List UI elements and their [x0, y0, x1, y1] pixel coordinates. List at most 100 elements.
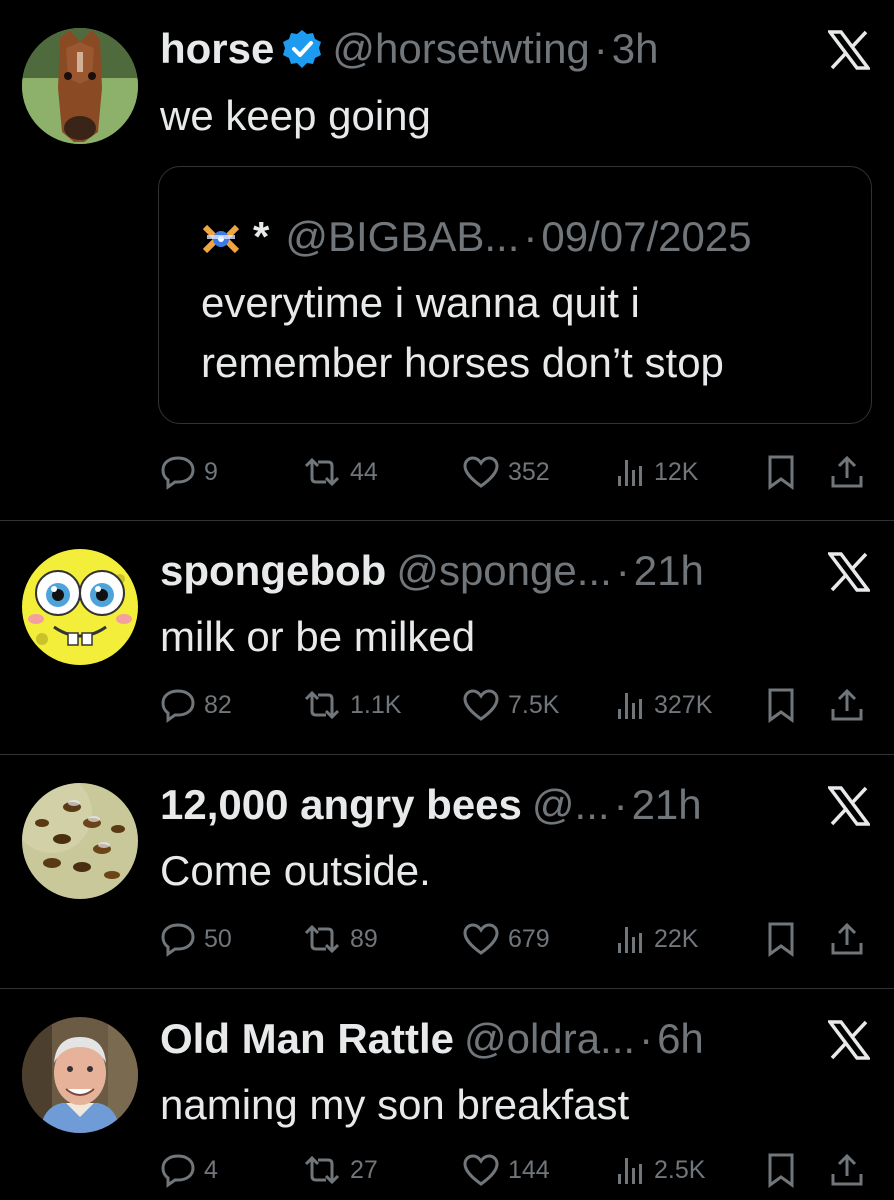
quoted-text-line: remember horses don’t stop [201, 339, 724, 386]
reply-icon [161, 923, 195, 957]
like-button[interactable]: 144 [462, 1150, 550, 1190]
handle[interactable]: @sponge... [396, 547, 611, 595]
handle[interactable]: @oldra... [464, 1015, 635, 1063]
quoted-tweet[interactable]: * @BIGBAB... · 09/07/2025 everytime i wa… [158, 166, 872, 424]
like-count: 679 [508, 924, 550, 953]
repost-count: 1.1K [350, 690, 402, 719]
share-button[interactable] [830, 452, 872, 492]
x-logo-icon [826, 786, 872, 826]
action-bar: 50 89 679 22K [160, 919, 870, 959]
views-button[interactable]: 22K [616, 919, 698, 959]
views-button[interactable]: 2.5K [616, 1150, 705, 1190]
separator-dot: · [615, 547, 630, 594]
handle[interactable]: @... [532, 781, 610, 829]
views-icon [618, 927, 642, 953]
bookmark-icon [768, 922, 794, 957]
views-button[interactable]: 327K [616, 685, 712, 725]
tweet-angry-bees[interactable]: 12,000 angry bees @... · 21h Come outsid… [0, 755, 894, 988]
quoted-author-symbol: * [253, 213, 270, 260]
bookmark-icon [768, 1153, 794, 1188]
separator-dot: · [639, 1015, 654, 1062]
reply-button[interactable]: 4 [160, 1150, 218, 1190]
views-icon [618, 1158, 642, 1184]
separator-dot: · [613, 781, 628, 828]
views-count: 327K [654, 690, 713, 719]
repost-count: 44 [350, 457, 378, 486]
quoted-text-line: everytime i wanna quit i [201, 279, 640, 326]
bookmark-button[interactable] [766, 919, 804, 959]
like-button[interactable]: 352 [462, 452, 550, 492]
repost-icon [304, 1155, 340, 1185]
share-button[interactable] [830, 685, 872, 725]
avatar-spongebob[interactable] [22, 549, 138, 665]
action-bar: 82 1.1K 7.5K 327K [160, 685, 870, 725]
display-name[interactable]: 12,000 angry bees [160, 781, 522, 829]
x-logo-icon [826, 30, 872, 70]
reply-count: 50 [204, 924, 232, 953]
views-icon [618, 693, 642, 719]
quoted-tweet-header: * @BIGBAB... · 09/07/2025 [201, 213, 752, 261]
repost-icon [304, 690, 340, 720]
verified-badge-icon [282, 29, 322, 69]
like-button[interactable]: 679 [462, 919, 550, 959]
separator-dot: · [593, 25, 608, 72]
tweet-text: we keep going [160, 92, 431, 139]
repost-button[interactable]: 27 [302, 1150, 378, 1190]
share-button[interactable] [830, 1150, 872, 1190]
views-count: 22K [654, 924, 699, 953]
quoted-tweet-text: everytime i wanna quit i remember horses… [201, 277, 724, 389]
x-logo-icon [826, 1020, 872, 1060]
repost-button[interactable]: 44 [302, 452, 378, 492]
repost-button[interactable]: 89 [302, 919, 378, 959]
reply-button[interactable]: 82 [160, 685, 232, 725]
like-icon [463, 689, 499, 721]
display-name[interactable]: Old Man Rattle [160, 1015, 454, 1063]
like-count: 352 [508, 457, 550, 486]
quoted-handle[interactable]: @BIGBAB... [285, 213, 519, 261]
tweet-spongebob[interactable]: spongebob @sponge... · 21h milk or be mi… [0, 521, 894, 754]
reply-button[interactable]: 50 [160, 919, 232, 959]
avatar-old-man[interactable] [22, 1017, 138, 1133]
bookmark-icon [768, 688, 794, 723]
tweet-text: naming my son breakfast [160, 1081, 630, 1128]
like-icon [463, 923, 499, 955]
reply-button[interactable]: 9 [160, 452, 218, 492]
bookmark-button[interactable] [766, 685, 804, 725]
timestamp[interactable]: 21h [632, 781, 702, 829]
bookmark-button[interactable] [766, 452, 804, 492]
reply-icon [161, 456, 195, 490]
separator-dot: · [523, 213, 538, 260]
repost-icon [304, 457, 340, 487]
tweet-old-man-rattle[interactable]: Old Man Rattle @oldra... · 6h naming my … [0, 989, 894, 1200]
tweet-header: spongebob @sponge... · 21h [160, 547, 704, 595]
bookmark-button[interactable] [766, 1150, 804, 1190]
tweet-header: 12,000 angry bees @... · 21h [160, 781, 702, 829]
share-icon [831, 455, 863, 488]
x-logo-icon [826, 552, 872, 592]
display-name[interactable]: horse [160, 25, 274, 73]
views-count: 12K [654, 457, 699, 486]
timestamp[interactable]: 6h [657, 1015, 704, 1063]
quoted-date: 09/07/2025 [541, 213, 752, 260]
repost-count: 27 [350, 1155, 378, 1184]
reply-count: 82 [204, 690, 232, 719]
share-icon [831, 688, 863, 721]
like-count: 7.5K [508, 690, 560, 719]
repost-button[interactable]: 1.1K [302, 685, 401, 725]
like-icon [463, 456, 499, 488]
tweet-horse[interactable]: horse @horsetwting · 3h we keep going * … [0, 0, 894, 520]
reply-count: 9 [204, 457, 218, 486]
views-button[interactable]: 12K [616, 452, 698, 492]
avatar-horse[interactable] [22, 28, 138, 144]
share-icon [831, 1153, 863, 1186]
tweet-header: Old Man Rattle @oldra... · 6h [160, 1015, 704, 1063]
action-bar: 9 44 352 12K [160, 452, 870, 492]
repost-icon [304, 924, 340, 954]
timestamp[interactable]: 21h [634, 547, 704, 595]
display-name[interactable]: spongebob [160, 547, 386, 595]
avatar-bees[interactable] [22, 783, 138, 899]
handle[interactable]: @horsetwting [332, 25, 589, 73]
share-button[interactable] [830, 919, 872, 959]
timestamp[interactable]: 3h [612, 25, 659, 73]
like-button[interactable]: 7.5K [462, 685, 559, 725]
